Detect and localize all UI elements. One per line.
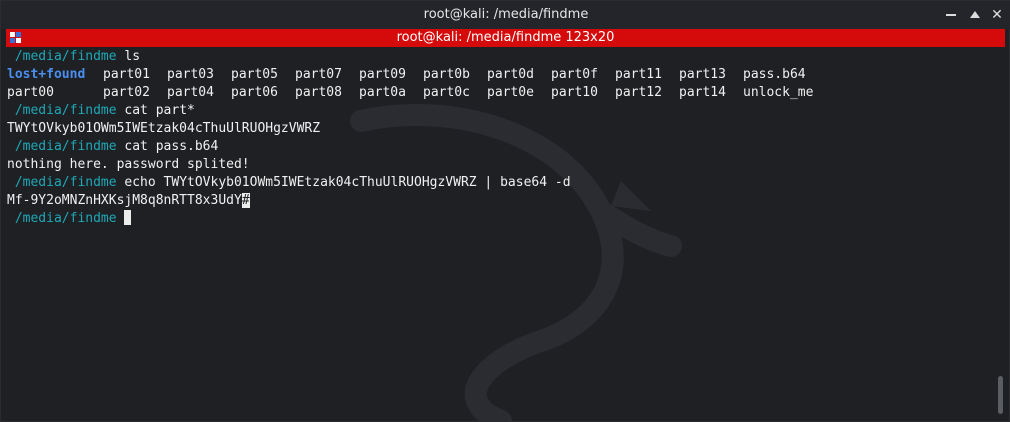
ls-entry: part07 — [295, 67, 342, 82]
terminal-window: root@kali: /media/findme ✕ root@kali: /m… — [0, 0, 1010, 422]
prompt-path: /media/findme — [7, 103, 117, 118]
line-end-marker: # — [241, 193, 250, 208]
ls-entry: part0b — [423, 67, 470, 82]
prompt-line: /media/findme cat pass.b64 — [7, 138, 992, 156]
prompt-path: /media/findme — [7, 211, 117, 226]
ls-entry: part14 — [679, 85, 726, 100]
ls-entry: part01 — [103, 67, 150, 82]
command-text: cat pass.b64 — [116, 139, 219, 154]
ls-entry: part05 — [231, 67, 278, 82]
ls-entry: part13 — [679, 67, 726, 82]
prompt-line: /media/findme echo TWYtOVkyb01OWm5IWEtza… — [7, 174, 992, 192]
ls-entry: pass.b64 — [743, 67, 806, 82]
decoded-password: Mf-9Y2oMNZnHXKsjM8q8nRTT8x3UdY — [7, 193, 242, 208]
command-text: echo TWYtOVkyb01OWm5IWEtzak04cThuUlRUOHg… — [116, 175, 571, 190]
command-text: cat part* — [116, 103, 195, 118]
prompt-path: /media/findme — [7, 139, 117, 154]
prompt-path: /media/findme — [7, 49, 117, 64]
close-button[interactable]: ✕ — [987, 5, 1007, 25]
ls-entry: part0e — [487, 85, 534, 100]
ls-output-row: lost+found part01 part03 part05 part07 part09… — [7, 66, 992, 84]
ls-entry: part0f — [551, 67, 598, 82]
command-text: ls — [116, 49, 141, 64]
prompt-line: /media/findme ls — [7, 48, 992, 66]
ls-entry: part0d — [487, 67, 534, 82]
command-output: Mf-9Y2oMNZnHXKsjM8q8nRTT8x3UdY# — [7, 192, 992, 210]
terminal-tab-bar[interactable]: root@kali: /media/findme 123x20 — [6, 29, 1005, 47]
ls-entry: part02 — [103, 85, 150, 100]
text-cursor — [124, 210, 132, 225]
ls-entry: part12 — [615, 85, 662, 100]
ls-entry: part04 — [167, 85, 214, 100]
ls-entry: part06 — [231, 85, 278, 100]
minimize-icon — [946, 13, 956, 16]
prompt-path: /media/findme — [7, 175, 117, 190]
ls-entry: part08 — [295, 85, 342, 100]
window-title: root@kali: /media/findme — [423, 7, 589, 22]
scrollbar-thumb[interactable] — [998, 376, 1003, 414]
tab-title: root@kali: /media/findme 123x20 — [396, 30, 615, 45]
scrollbar[interactable] — [996, 49, 1004, 419]
ls-entry: part0c — [423, 85, 470, 100]
ls-entry: part09 — [359, 67, 406, 82]
terminal-output[interactable]: /media/findme ls lost+found part01 part03 p… — [7, 48, 992, 418]
prompt-line: /media/findme cat part* — [7, 102, 992, 120]
ls-entry: part00 — [7, 85, 54, 100]
minimize-button[interactable] — [941, 5, 961, 25]
ls-entry: part0a — [359, 85, 406, 100]
maximize-icon — [970, 11, 980, 18]
maximize-button[interactable] — [965, 5, 985, 25]
ls-entry: lost+found — [7, 67, 86, 82]
command-output: TWYtOVkyb01OWm5IWEtzak04cThuUlRUOHgzVWRZ — [7, 121, 321, 136]
ls-output-row: part00 part02 part04 part06 part08 part0a part… — [7, 84, 992, 102]
ls-entry: part11 — [615, 67, 662, 82]
prompt-line[interactable]: /media/findme — [7, 210, 992, 228]
ls-entry: unlock_me — [743, 85, 814, 100]
ls-entry: part10 — [551, 85, 598, 100]
ls-entry: part03 — [167, 67, 214, 82]
title-bar[interactable]: root@kali: /media/findme ✕ — [1, 1, 1010, 29]
command-output: nothing here. password splited! — [7, 157, 250, 172]
